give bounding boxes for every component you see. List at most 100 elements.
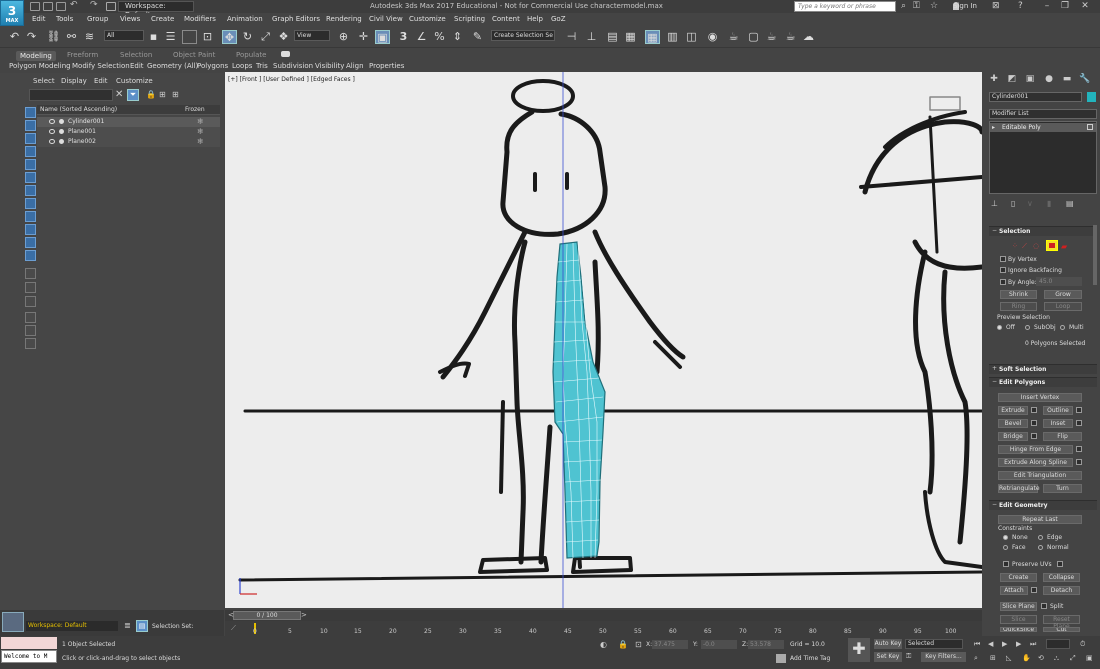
curve-editor-icon[interactable]: ▥ <box>665 30 680 44</box>
hinge-from-edge-button[interactable]: Hinge From Edge <box>998 445 1073 454</box>
ignore-backfacing-checkbox[interactable] <box>1000 267 1006 273</box>
auto-expand-icon[interactable] <box>25 325 36 336</box>
maximize-viewport-icon[interactable]: ⤢ <box>1070 654 1076 663</box>
visibility-eye-icon[interactable] <box>49 129 55 134</box>
menu-animation[interactable]: Animation <box>227 15 263 23</box>
tab-modeling[interactable]: Modeling <box>16 51 56 61</box>
layers-icon[interactable]: ≣ <box>124 621 131 630</box>
modify-tab-icon[interactable]: ◩ <box>1006 74 1018 85</box>
bridge-button[interactable]: Bridge <box>998 432 1028 441</box>
border-subobject-icon[interactable]: ◌ <box>1033 242 1039 250</box>
x-coordinate-field[interactable]: 37.475 <box>652 640 688 649</box>
field-of-view-icon[interactable]: ◺ <box>1006 654 1011 662</box>
pin-stack-icon[interactable]: ⊥ <box>991 199 998 208</box>
scene-explorer-icon[interactable]: ▦ <box>645 30 660 44</box>
command-panel-scrollbar[interactable] <box>1093 225 1097 285</box>
go-to-end-icon[interactable]: ⏭ <box>1030 640 1036 649</box>
object-color-swatch[interactable] <box>1087 92 1096 102</box>
menu-edit[interactable]: Edit <box>32 15 46 23</box>
render-setup-icon[interactable]: ☕ <box>726 30 741 44</box>
curve-editor-mini-icon[interactable]: ⟋ <box>231 624 236 633</box>
modifier-stack-item[interactable]: Editable Poly <box>990 123 1096 132</box>
constraint-face-radio[interactable] <box>1003 545 1008 550</box>
display-all-icon[interactable] <box>25 268 36 279</box>
display-tab-icon[interactable]: ▬ <box>1061 74 1073 85</box>
element-subobject-icon[interactable]: ▰ <box>1061 242 1067 251</box>
preserve-uvs-settings-icon[interactable] <box>1057 561 1063 567</box>
constraint-normal-radio[interactable] <box>1038 545 1043 550</box>
subtab-visibility[interactable]: Visibility <box>315 62 344 70</box>
subtab-modify-selection[interactable]: Modify Selection <box>72 62 130 70</box>
preview-off-radio[interactable] <box>997 325 1002 330</box>
filter-icon[interactable]: ⏷ <box>127 89 139 101</box>
display-none-icon[interactable] <box>25 107 36 118</box>
add-time-tag-button[interactable]: Add Time Tag <box>790 655 830 662</box>
by-angle-value[interactable]: 45.0 <box>1036 277 1082 286</box>
rollout-soft-selection[interactable]: Soft Selection <box>989 364 1097 374</box>
ribbon-options-icon[interactable] <box>281 51 290 57</box>
z-coordinate-field[interactable]: 53.578 <box>748 640 784 649</box>
slice-button[interactable]: Slice <box>1000 615 1037 624</box>
subtab-loops[interactable]: Loops <box>232 62 252 70</box>
link-icon[interactable]: ⛓ <box>46 30 61 44</box>
minimize-icon[interactable]: – <box>1040 1 1054 12</box>
slider-prev-icon[interactable]: < <box>228 611 234 619</box>
keyboard-shortcut-override-icon[interactable]: ▣ <box>375 30 390 44</box>
align-icon[interactable]: ⊥ <box>584 30 599 44</box>
sign-in-link[interactable]: Sign In <box>953 2 977 10</box>
viewport-label[interactable]: [+] [Front ] [User Defined ] [Edged Face… <box>228 76 355 83</box>
turn-button[interactable]: Turn <box>1043 484 1082 493</box>
frozen-snowflake-icon[interactable]: ❄ <box>197 117 204 126</box>
set-key-big-icon[interactable]: ✚ <box>848 638 870 662</box>
key-icon[interactable]: ⚿ <box>906 652 911 661</box>
viewport-front[interactable] <box>225 72 982 608</box>
ribbon-toggle-icon[interactable]: ▦ <box>623 30 638 44</box>
select-manipulate-icon[interactable]: ✛ <box>356 30 371 44</box>
display-cameras-icon[interactable] <box>25 159 36 170</box>
inset-settings-icon[interactable] <box>1076 420 1082 426</box>
search-icon[interactable]: ⌕ <box>901 1 906 11</box>
select-object-icon[interactable]: ▪ <box>146 30 161 44</box>
scene-row-cylinder001[interactable]: Cylinder001 ❄ <box>37 117 220 127</box>
menu-rendering[interactable]: Rendering <box>326 15 362 23</box>
current-frame-field[interactable] <box>1046 639 1070 649</box>
selection-set-icon[interactable]: ▤ <box>136 620 148 632</box>
loop-button[interactable]: Loop <box>1044 302 1082 311</box>
create-tab-icon[interactable]: ✚ <box>988 74 1000 85</box>
viewport-toggle-icon[interactable]: ▣ <box>1086 654 1093 662</box>
extrude-spline-settings-icon[interactable] <box>1076 459 1082 465</box>
subtab-geometry-all[interactable]: Geometry (All) <box>147 62 198 70</box>
frozen-snowflake-icon[interactable]: ❄ <box>197 137 204 146</box>
select-rotate-icon[interactable]: ↻ <box>240 30 255 44</box>
select-scale-icon[interactable]: ⤢ <box>258 30 273 44</box>
edit-named-selection-icon[interactable]: ✎ <box>470 30 485 44</box>
menu-tools[interactable]: Tools <box>56 15 73 23</box>
auto-key-button[interactable]: Auto Key <box>874 639 902 649</box>
tab-object-paint[interactable]: Object Paint <box>173 51 215 59</box>
play-icon[interactable]: ▶ <box>1002 640 1007 648</box>
se-menu-edit[interactable]: Edit <box>94 77 108 85</box>
menu-goz[interactable]: GoZ <box>551 15 566 23</box>
tab-populate[interactable]: Populate <box>236 51 266 59</box>
selection-filter-dropdown[interactable]: All <box>104 30 144 41</box>
menu-graph-editors[interactable]: Graph Editors <box>272 15 320 23</box>
material-editor-icon[interactable]: ◉ <box>705 30 720 44</box>
preview-multi-radio[interactable] <box>1060 325 1065 330</box>
se-menu-display[interactable]: Display <box>61 77 87 85</box>
slice-plane-button[interactable]: Slice Plane <box>1000 602 1037 611</box>
select-move-icon[interactable]: ✥ <box>222 30 237 44</box>
time-slider-track[interactable] <box>225 610 982 621</box>
extrude-button[interactable]: Extrude <box>998 406 1028 415</box>
visibility-eye-icon[interactable] <box>49 119 55 124</box>
workspace-selector[interactable]: Workspace: Default <box>26 621 118 631</box>
named-selection-dropdown[interactable]: Create Selection Se <box>491 30 555 41</box>
display-helpers-icon[interactable] <box>25 172 36 183</box>
display-frozen-icon[interactable] <box>25 250 36 261</box>
split-checkbox[interactable] <box>1041 603 1047 609</box>
attach-button[interactable]: Attach <box>1000 586 1028 595</box>
redo-icon[interactable]: ↷ <box>24 30 39 44</box>
repeat-last-button[interactable]: Repeat Last <box>998 515 1082 524</box>
display-groups-icon[interactable] <box>25 198 36 209</box>
subtab-polygon-modeling[interactable]: Polygon Modeling <box>9 62 71 70</box>
undo-icon[interactable]: ↶ <box>70 0 80 10</box>
